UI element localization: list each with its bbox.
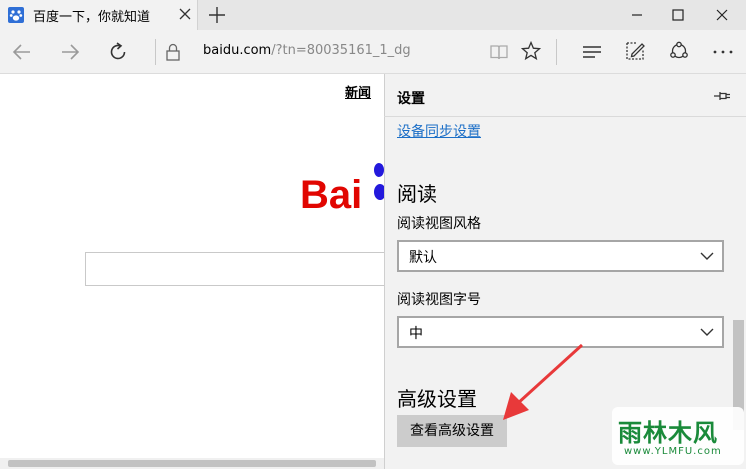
watermark-url: www.YLMFU.com [624,446,722,457]
share-icon[interactable] [668,40,690,62]
chevron-down-icon [700,328,714,336]
reading-heading: 阅读 [397,182,437,206]
panel-divider [384,116,746,117]
reading-style-value: 默认 [409,250,437,266]
address-bar[interactable]: baidu.com/?tn=80035161_1_dg [203,43,411,58]
maximize-icon[interactable] [667,4,689,26]
plus-icon[interactable] [206,4,228,26]
logo-text: Bai [300,173,362,217]
nav-divider [155,39,156,65]
reading-size-select[interactable]: 中 [397,316,724,348]
search-input[interactable] [85,252,384,286]
more-dots-icon[interactable] [711,41,735,63]
baidu-logo[interactable]: Bai [296,158,384,218]
reading-style-label: 阅读视图风格 [397,216,481,232]
view-advanced-settings-button[interactable]: 查看高级设置 [397,415,507,447]
reading-size-value: 中 [409,326,423,342]
news-link[interactable]: 新闻 [345,82,371,101]
scrollbar-thumb[interactable] [8,460,376,467]
arrow-right-icon[interactable] [58,40,82,64]
baidu-paw-icon [8,7,24,23]
navigation-bar: baidu.com/?tn=80035161_1_dg [0,30,746,74]
watermark: 雨林木风 www.YLMFU.com [612,407,744,465]
arrow-left-icon[interactable] [10,40,34,64]
hub-lines-icon[interactable] [581,41,603,63]
star-icon[interactable] [520,40,542,62]
pen-note-icon[interactable] [624,40,646,62]
browser-tab[interactable]: 百度一下，你就知道 [0,0,198,30]
reading-size-label: 阅读视图字号 [397,292,481,308]
panel-title: 设置 [397,91,425,107]
refresh-icon[interactable] [106,40,130,64]
reading-style-select[interactable]: 默认 [397,240,724,272]
advanced-heading: 高级设置 [397,387,477,411]
window-close-icon[interactable] [711,4,733,26]
tab-title: 百度一下，你就知道 [33,10,151,25]
address-host: baidu.com [203,43,272,58]
web-page: 新闻 Bai [0,74,384,469]
sync-settings-link[interactable]: 设备同步设置 [397,121,481,141]
watermark-text: 雨林木风 [618,419,718,447]
book-icon[interactable] [488,41,510,63]
address-path: /?tn=80035161_1_dg [271,43,411,58]
minimize-icon[interactable] [626,4,648,26]
chevron-down-icon [700,252,714,260]
pin-icon[interactable] [711,86,733,106]
lock-icon[interactable] [165,42,181,62]
close-icon[interactable] [176,5,194,23]
nav-divider [556,39,557,65]
